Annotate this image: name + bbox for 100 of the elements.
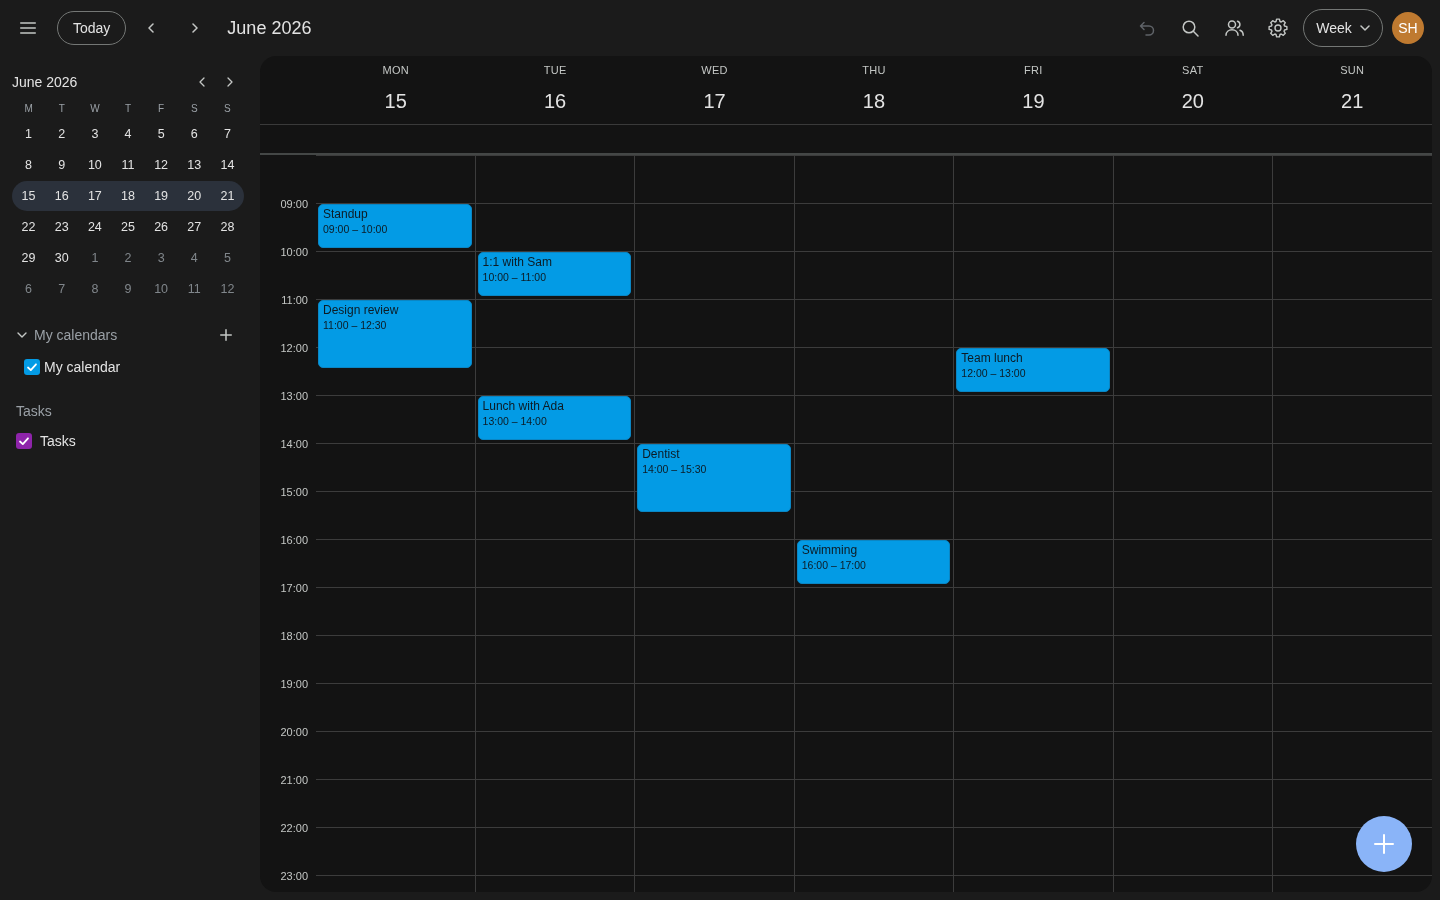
calendar-day[interactable]: 7 — [223, 124, 231, 144]
chevron-right-icon[interactable] — [192, 23, 199, 33]
hour-label: 09:00 — [280, 198, 308, 210]
hour-label: 13:00 — [280, 390, 308, 402]
calendar-day[interactable]: 10 — [87, 155, 102, 175]
calendar-day[interactable]: 11 — [121, 155, 135, 175]
calendar-day[interactable]: 3 — [91, 124, 99, 144]
calendar-day[interactable]: 16 — [54, 186, 69, 206]
calendar-day[interactable]: 21 — [220, 186, 235, 206]
hour-label: 12:00 — [280, 342, 308, 354]
calendar-day[interactable]: 10 — [154, 279, 169, 299]
calendar-day[interactable]: 15 — [21, 186, 36, 206]
chevron-left-icon[interactable] — [148, 23, 155, 33]
calendar-event[interactable]: Team lunch 12:00 – 13:00 — [956, 348, 1110, 392]
hour-label: 22:00 — [280, 822, 308, 834]
hour-label: 18:00 — [280, 630, 308, 642]
day-number[interactable]: 20 — [1181, 89, 1204, 113]
calendar-day[interactable]: 12 — [220, 279, 235, 299]
people-icon[interactable] — [1225, 20, 1244, 36]
day-number[interactable]: 18 — [862, 89, 886, 113]
weekday-name: THU — [862, 63, 886, 77]
hour-label: 15:00 — [280, 486, 308, 498]
weekday-label: T — [124, 102, 132, 116]
calendar-day[interactable]: 28 — [220, 217, 235, 237]
calendar-day[interactable]: 23 — [54, 217, 69, 237]
day-number[interactable]: 17 — [703, 89, 726, 113]
weekday-name: SAT — [1182, 63, 1204, 77]
calendar-day[interactable]: 8 — [91, 279, 99, 299]
event-title: 1:1 with Sam — [482, 255, 552, 269]
chevron-left-icon[interactable] — [199, 77, 205, 87]
hour-label: 11:00 — [281, 294, 308, 306]
month-title: June 2026 — [12, 72, 78, 92]
calendar-day[interactable]: 11 — [187, 279, 201, 299]
calendar-day[interactable]: 4 — [124, 124, 132, 144]
weekday-name: MON — [382, 63, 409, 77]
section-title[interactable]: My calendars — [34, 324, 118, 346]
calendar-day[interactable]: 19 — [154, 186, 169, 206]
calendar-day[interactable]: 2 — [58, 124, 66, 144]
hour-label: 10:00 — [280, 246, 308, 258]
weekday-name: SUN — [1340, 63, 1365, 77]
hour-label: 19:00 — [280, 678, 308, 690]
calendar-day[interactable]: 2 — [124, 248, 132, 268]
settings-icon[interactable] — [1268, 18, 1288, 38]
event-time: 16:00 – 17:00 — [801, 558, 866, 572]
menu-icon[interactable] — [20, 22, 36, 34]
weekday-label: W — [90, 102, 100, 116]
calendar-day[interactable]: 29 — [21, 248, 36, 268]
calendar-event[interactable]: Design review 11:00 – 12:30 — [318, 300, 472, 368]
calendar-event[interactable]: Dentist 14:00 – 15:30 — [637, 444, 791, 512]
event-title: Standup — [323, 207, 368, 221]
calendar-day[interactable]: 7 — [58, 279, 66, 299]
chevron-down-icon[interactable] — [17, 332, 27, 338]
calendar-day[interactable]: 25 — [121, 217, 135, 237]
calendar-day[interactable]: 24 — [87, 217, 102, 237]
calendar-day[interactable]: 26 — [154, 217, 169, 237]
calendar-day[interactable]: 18 — [121, 186, 135, 206]
calendar-day[interactable]: 17 — [87, 186, 102, 206]
hour-label: 20:00 — [280, 726, 308, 738]
calendar-day[interactable]: 3 — [157, 248, 165, 268]
day-number[interactable]: 16 — [544, 89, 567, 113]
event-title: Team lunch — [961, 351, 1023, 365]
calendar-day[interactable]: 1 — [91, 248, 99, 268]
day-number[interactable]: 15 — [384, 89, 407, 113]
calendar-day[interactable]: 6 — [190, 124, 198, 144]
plus-icon[interactable] — [220, 329, 232, 341]
calendar-event[interactable]: Standup 09:00 – 10:00 — [318, 204, 472, 248]
calendar-day[interactable]: 27 — [187, 217, 202, 237]
calendar-event[interactable]: 1:1 with Sam 10:00 – 11:00 — [477, 252, 632, 296]
add-button[interactable] — [1356, 816, 1412, 872]
calendar-event[interactable]: Swimming 16:00 – 17:00 — [796, 540, 951, 584]
weekday-name: TUE — [543, 63, 567, 77]
hour-label: 16:00 — [280, 534, 308, 546]
calendar-event[interactable]: Lunch with Ada 13:00 – 14:00 — [477, 396, 632, 440]
event-time: 14:00 – 15:30 — [642, 462, 707, 476]
calendar-day[interactable]: 1 — [25, 124, 33, 144]
calendar-day[interactable]: 8 — [25, 155, 33, 175]
date-range-title: June 2026 — [227, 16, 312, 40]
calendar-day[interactable]: 12 — [154, 155, 169, 175]
day-number[interactable]: 21 — [1341, 89, 1364, 113]
calendar-day[interactable]: 9 — [124, 279, 132, 299]
event-time: 11:00 – 12:30 — [323, 318, 387, 332]
day-number[interactable]: 19 — [1022, 89, 1045, 113]
weekday-label: F — [158, 102, 165, 116]
calendar-day[interactable]: 6 — [25, 279, 33, 299]
calendar-name: Tasks — [40, 431, 76, 451]
search-icon[interactable] — [1182, 19, 1199, 37]
calendar-day[interactable]: 30 — [54, 248, 69, 268]
calendar-day[interactable]: 20 — [187, 186, 202, 206]
checkbox[interactable] — [24, 359, 40, 375]
calendar-day[interactable]: 4 — [190, 248, 198, 268]
checkbox[interactable] — [16, 433, 32, 449]
chevron-right-icon[interactable] — [227, 77, 233, 87]
calendar-day[interactable]: 13 — [187, 155, 202, 175]
hour-label: 14:00 — [280, 438, 308, 450]
calendar-day[interactable]: 5 — [223, 248, 231, 268]
weekday-name: WED — [701, 63, 728, 77]
calendar-day[interactable]: 9 — [58, 155, 66, 175]
calendar-day[interactable]: 5 — [157, 124, 165, 144]
calendar-day[interactable]: 14 — [220, 155, 235, 175]
calendar-day[interactable]: 22 — [21, 217, 36, 237]
